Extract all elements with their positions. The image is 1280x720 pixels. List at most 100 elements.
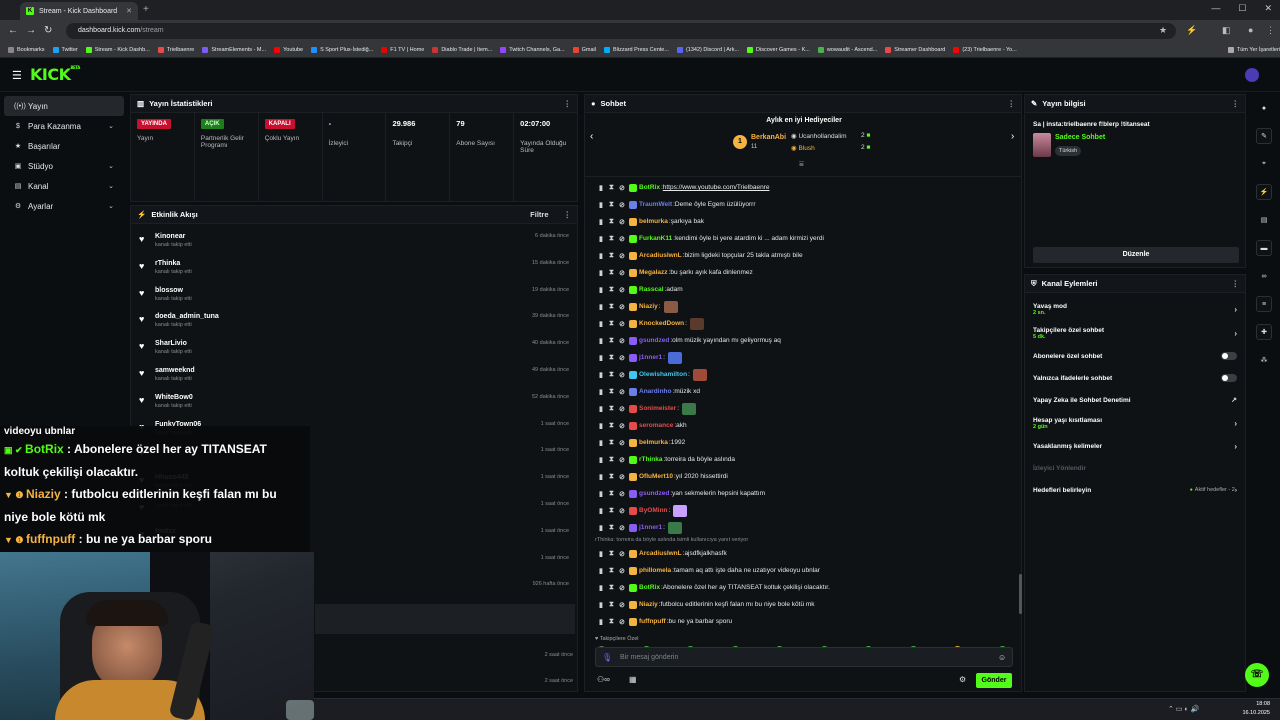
chat-username[interactable]: OfluMert10 xyxy=(639,473,673,480)
pin-icon[interactable]: ▮ xyxy=(599,184,609,192)
activity-user[interactable]: samweeknd xyxy=(155,367,195,374)
pin-icon[interactable]: ▮ xyxy=(599,354,609,362)
sidebar-item-kanal[interactable]: ▤ Kanal ⌄ xyxy=(4,176,124,196)
timeout-icon[interactable]: ⧗ xyxy=(609,507,619,515)
minimize-icon[interactable]: — xyxy=(1211,3,1220,14)
chat-input[interactable]: 🎙 Bir mesaj gönderin ☺ xyxy=(595,647,1013,667)
ban-icon[interactable]: ⊘ xyxy=(619,422,629,430)
timeout-icon[interactable]: ⧗ xyxy=(609,405,619,413)
pin-icon[interactable]: ▮ xyxy=(599,567,609,575)
ban-icon[interactable]: ⊘ xyxy=(619,320,629,328)
pin-icon[interactable]: ▮ xyxy=(599,473,609,481)
ban-icon[interactable]: ⊘ xyxy=(619,567,629,575)
kick-logo[interactable]: KICKBETA xyxy=(30,65,80,84)
channel-action-item[interactable]: Yavaş mod 2 sn. › xyxy=(1025,297,1245,321)
more-options-icon[interactable]: ⋮ xyxy=(1232,279,1240,288)
chat-username[interactable]: TraumWelt xyxy=(639,201,672,208)
timeout-icon[interactable]: ⧗ xyxy=(609,184,619,192)
chat-username[interactable]: fuffnpuff xyxy=(639,618,666,625)
pin-icon[interactable]: ▮ xyxy=(599,371,609,379)
taskbar-time[interactable]: 18:08 xyxy=(1230,701,1270,707)
channel-action-item[interactable]: Hedefleri belirleyin ● Aktif hedefler - 2… xyxy=(1025,479,1245,501)
ban-icon[interactable]: ⊘ xyxy=(619,456,629,464)
share-icon[interactable]: ⁂ xyxy=(1256,352,1272,368)
chat-username[interactable]: ArcadiuslwnL xyxy=(639,252,682,259)
activity-user[interactable]: Kinonear xyxy=(155,233,192,240)
timeout-icon[interactable]: ⧗ xyxy=(609,371,619,379)
browser-tab[interactable]: K Stream - Kick Dashboard ✕ xyxy=(20,2,138,20)
chat-username[interactable]: BotRix xyxy=(639,184,660,191)
star-icon[interactable]: ★ xyxy=(1159,25,1167,36)
chevron-right-icon[interactable]: › xyxy=(1234,442,1237,451)
timeout-icon[interactable]: ⧗ xyxy=(609,567,619,575)
emoji-icon[interactable]: ☺ xyxy=(998,653,1006,662)
expand-icon[interactable]: ⩸ xyxy=(799,159,804,169)
chat-username[interactable]: Sonimeister xyxy=(639,405,676,412)
activity-user[interactable]: SharLivio xyxy=(155,340,192,347)
timeout-icon[interactable]: ⧗ xyxy=(609,388,619,396)
chat-username[interactable]: Niaziy xyxy=(639,303,658,310)
ban-icon[interactable]: ⊘ xyxy=(619,584,629,592)
taskbar-date[interactable]: 16.10.2025 xyxy=(1216,710,1270,716)
pin-icon[interactable]: ▮ xyxy=(599,388,609,396)
ban-icon[interactable]: ⊘ xyxy=(619,184,629,192)
chat-username[interactable]: KnockedDown xyxy=(639,320,684,327)
chat-username[interactable]: j1nner1 xyxy=(639,354,662,361)
link-icon[interactable]: ∞ xyxy=(1256,268,1272,284)
close-tab-icon[interactable]: ✕ xyxy=(126,7,132,15)
ban-icon[interactable]: ⊘ xyxy=(619,252,629,260)
bookmark-item[interactable]: (23) Trielbaenre - Yo... xyxy=(953,46,1017,53)
ban-icon[interactable]: ⊘ xyxy=(619,218,629,226)
bookmark-item[interactable]: Trielbaenre xyxy=(157,46,194,53)
bookmark-item[interactable]: Bookmarks xyxy=(8,46,45,53)
chevron-left-icon[interactable]: ‹ xyxy=(590,131,593,142)
pin-icon[interactable]: ▮ xyxy=(599,524,609,532)
ban-icon[interactable]: ⊘ xyxy=(619,473,629,481)
ban-icon[interactable]: ⊘ xyxy=(619,235,629,243)
pin-icon[interactable]: ▮ xyxy=(599,235,609,243)
edit-icon[interactable]: ✎ xyxy=(1256,128,1272,144)
more-options-icon[interactable]: ⋮ xyxy=(564,210,572,219)
channel-action-item[interactable]: Takipçilere özel sohbet 5 dk. › xyxy=(1025,321,1245,345)
activity-user[interactable]: doeda_admin_tuna xyxy=(155,313,219,320)
ban-icon[interactable]: ⊘ xyxy=(619,507,629,515)
timeout-icon[interactable]: ⧗ xyxy=(609,252,619,260)
pin-icon[interactable]: ▮ xyxy=(599,550,609,558)
more-options-icon[interactable]: ⋮ xyxy=(1008,99,1016,108)
pin-icon[interactable]: ▮ xyxy=(599,218,609,226)
ban-icon[interactable]: ⊘ xyxy=(619,405,629,413)
sidebar-item-para-kazanma[interactable]: $ Para Kazanma ⌄ xyxy=(4,116,124,136)
chat-username[interactable]: gsundzed xyxy=(639,490,669,497)
bookmark-item[interactable]: S Sport Plus-İstediğ... xyxy=(311,46,373,53)
pin-icon[interactable]: ▮ xyxy=(599,201,609,209)
chat-bubble-icon[interactable]: ▬ xyxy=(1256,240,1272,256)
chat-username[interactable]: Anardinho xyxy=(639,388,672,395)
ban-icon[interactable]: ⊘ xyxy=(619,337,629,345)
chat-username[interactable]: seromance xyxy=(639,422,673,429)
chat-username[interactable]: BotRix xyxy=(639,584,660,591)
gifter-name[interactable]: Ucanhollandalim xyxy=(798,133,846,140)
timeout-icon[interactable]: ⧗ xyxy=(609,303,619,311)
channel-action-item[interactable]: Abonelere özel sohbet xyxy=(1025,345,1245,367)
timeout-icon[interactable]: ⧗ xyxy=(609,201,619,209)
filter-button[interactable]: Filtre xyxy=(530,210,548,219)
bookmark-item[interactable]: Gmail xyxy=(572,46,596,53)
chevron-right-icon[interactable]: › xyxy=(1234,329,1237,338)
chat-username[interactable]: Niaziy xyxy=(639,601,658,608)
channel-action-item[interactable]: Yasaklanmış kelimeler › xyxy=(1025,435,1245,457)
chevron-right-icon[interactable]: › xyxy=(1011,131,1014,142)
bookmark-item[interactable]: Streamer Dashboard xyxy=(885,46,945,53)
menu-dots-icon[interactable]: ⋮ xyxy=(1266,25,1275,36)
chat-username[interactable]: phillomela xyxy=(639,567,671,574)
bolt-icon[interactable]: ⚡ xyxy=(1256,184,1272,200)
chevron-right-icon[interactable]: › xyxy=(1235,487,1237,494)
target-icon[interactable]: ⌖ xyxy=(1256,156,1272,172)
ban-icon[interactable]: ⊘ xyxy=(619,550,629,558)
sidebar-item-studyo[interactable]: ▣ Stüdyo ⌄ xyxy=(4,156,124,176)
timeout-icon[interactable]: ⧗ xyxy=(609,320,619,328)
more-options-icon[interactable]: ⋮ xyxy=(1232,99,1240,108)
pin-icon[interactable]: ▮ xyxy=(599,618,609,626)
timeout-icon[interactable]: ⧗ xyxy=(609,601,619,609)
ban-icon[interactable]: ⊘ xyxy=(619,354,629,362)
profile-icon[interactable]: ● xyxy=(1248,25,1253,35)
